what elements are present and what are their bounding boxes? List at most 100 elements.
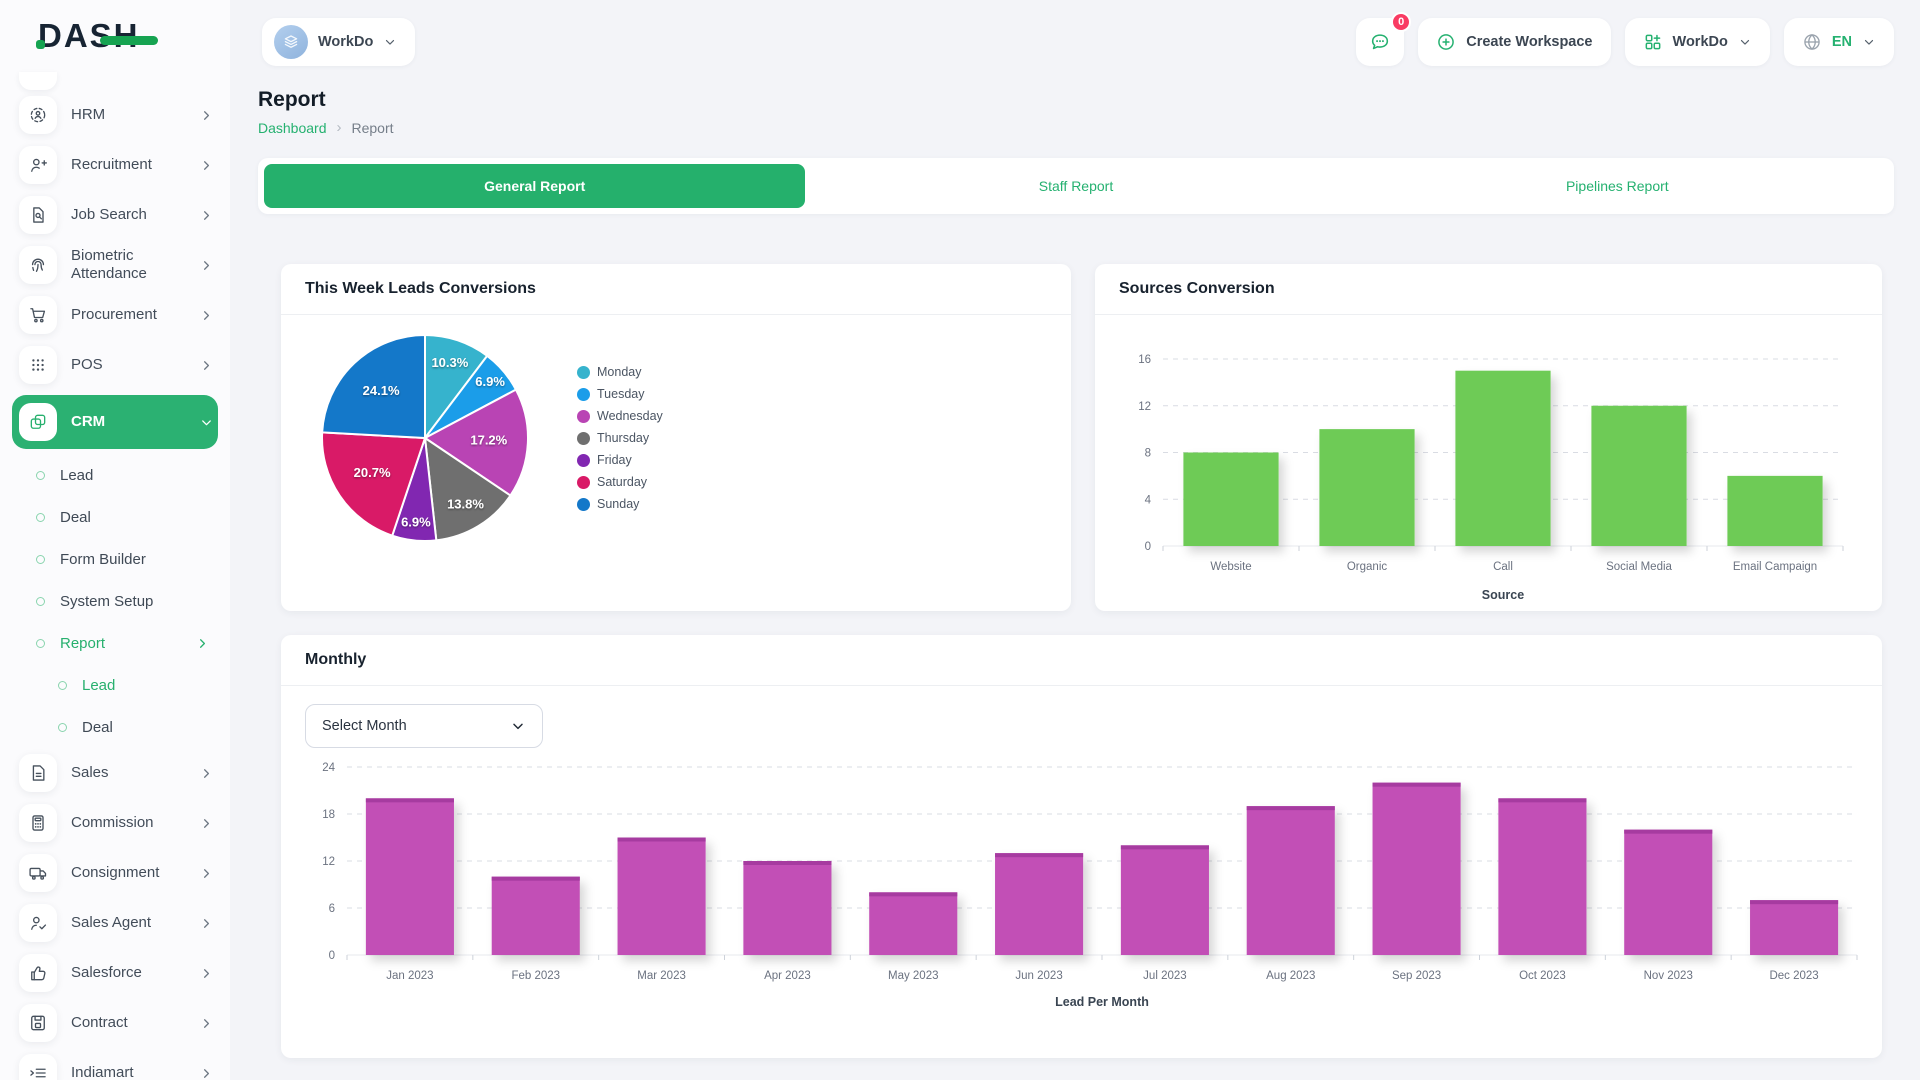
svg-text:10.3%: 10.3% (431, 355, 468, 370)
sidebar-item-consignment[interactable]: Consignment (12, 848, 218, 898)
sidebar-item-label: Contract (71, 1014, 185, 1032)
app-logo: DASH (12, 0, 218, 72)
sidebar-item-recruitment[interactable]: Recruitment (12, 140, 218, 190)
legend-item-tuesday[interactable]: Tuesday (577, 387, 663, 401)
chevron-right-icon (199, 966, 214, 981)
breadcrumb-current: Report (352, 120, 394, 136)
legend-item-friday[interactable]: Friday (577, 453, 663, 467)
sidebar-item-label: Consignment (71, 864, 185, 882)
sidebar-item-salesforce[interactable]: Salesforce (12, 948, 218, 998)
svg-text:24: 24 (322, 762, 335, 774)
sidebar-subitem-form-builder[interactable]: Form Builder (12, 538, 218, 580)
sidebar-item-procurement[interactable]: Procurement (12, 290, 218, 340)
topbar: WorkDo 0 Create Workspace WorkDo (230, 0, 1920, 72)
legend-item-monday[interactable]: Monday (577, 365, 663, 379)
messages-badge: 0 (1391, 12, 1411, 32)
svg-text:May 2023: May 2023 (888, 970, 939, 982)
legend-item-sunday[interactable]: Sunday (577, 497, 663, 511)
main-column: WorkDo 0 Create Workspace WorkDo (230, 0, 1920, 1080)
sidebar-subitem-deal[interactable]: Deal (12, 496, 218, 538)
sidebar-item-label: Job Search (71, 206, 185, 224)
sidebar-item-label: Salesforce (71, 964, 185, 982)
create-workspace-label: Create Workspace (1466, 34, 1592, 50)
sidebar-item-biometric-attendance[interactable]: Biometric Attendance (12, 240, 218, 290)
tab-pipelines-report[interactable]: Pipelines Report (1347, 164, 1888, 208)
breadcrumb-separator: › (337, 119, 342, 136)
pos-icon (19, 346, 57, 384)
sidebar-item-pos[interactable]: POS (12, 340, 218, 390)
chevron-right-icon (199, 816, 214, 831)
svg-text:6.9%: 6.9% (401, 514, 431, 529)
legend-item-thursday[interactable]: Thursday (577, 431, 663, 445)
svg-text:16: 16 (1138, 354, 1151, 366)
apps-grid-icon (1643, 32, 1663, 52)
sidebar-subitem-lead[interactable]: Lead (12, 664, 218, 706)
sidebar-subitem-report[interactable]: Report (12, 622, 218, 664)
monthly-card-header: Monthly (281, 635, 1882, 686)
legend-label: Saturday (597, 475, 647, 489)
legend-dot (577, 476, 590, 489)
sidebar-item-job-search[interactable]: Job Search (12, 190, 218, 240)
circle-icon (58, 723, 67, 732)
consignment-icon (19, 854, 57, 892)
svg-text:18: 18 (322, 809, 335, 821)
month-select[interactable]: Select Month (305, 704, 543, 748)
chevron-right-icon (199, 1066, 214, 1080)
account-selector[interactable]: WorkDo (1625, 18, 1770, 66)
legend-label: Thursday (597, 431, 649, 445)
sidebar-item-label: Sales (71, 764, 185, 782)
breadcrumb-dashboard-link[interactable]: Dashboard (258, 120, 327, 136)
chevron-right-icon (199, 108, 214, 123)
sidebar-subitem-system-setup[interactable]: System Setup (12, 580, 218, 622)
workspace-avatar (274, 25, 308, 59)
sidebar-item-label: Indiamart (71, 1064, 185, 1080)
legend-label: Friday (597, 453, 632, 467)
svg-text:4: 4 (1145, 494, 1152, 506)
tab-general-report[interactable]: General Report (264, 164, 805, 208)
sidebar-subitem-label: Report (60, 635, 105, 652)
chevron-right-icon (199, 308, 214, 323)
sidebar-item-commission[interactable]: Commission (12, 798, 218, 848)
weekly-leads-pie-chart: 10.3%6.9%17.2%13.8%6.9%20.7%24.1% (317, 330, 533, 546)
sidebar-item-indiamart[interactable]: Indiamart (12, 1048, 218, 1080)
language-selector[interactable]: EN (1784, 18, 1894, 66)
biometric-icon (19, 246, 57, 284)
svg-text:Dec 2023: Dec 2023 (1769, 970, 1818, 982)
logo-green-bar (100, 36, 158, 45)
sidebar-nav: HRMRecruitment Job Search Biometric Attend… (12, 72, 218, 1080)
svg-text:Website: Website (1210, 561, 1251, 573)
sources-card-body: 0481216WebsiteOrganicCallSocial MediaEma… (1095, 315, 1882, 607)
sidebar-item-sales[interactable]: Sales (12, 748, 218, 798)
svg-text:Jun 2023: Jun 2023 (1015, 970, 1062, 982)
job-search-icon (19, 196, 57, 234)
svg-text:Call: Call (1493, 561, 1513, 573)
circle-icon (36, 555, 45, 564)
tab-staff-report[interactable]: Staff Report (805, 164, 1346, 208)
create-workspace-button[interactable]: Create Workspace (1418, 18, 1610, 66)
sidebar-subitem-lead[interactable]: Lead (12, 454, 218, 496)
sidebar-item-contract[interactable]: Contract (12, 998, 218, 1048)
chat-icon (1369, 31, 1391, 53)
contract-icon (19, 1004, 57, 1042)
circle-icon (36, 639, 45, 648)
legend-item-wednesday[interactable]: Wednesday (577, 409, 663, 423)
workspace-selector[interactable]: WorkDo (262, 18, 415, 66)
sidebar-item-crm[interactable]: CRM (12, 395, 218, 449)
recruitment-icon (19, 146, 57, 184)
sidebar-subitem-label: Form Builder (60, 551, 146, 568)
svg-text:Feb 2023: Feb 2023 (511, 970, 560, 982)
svg-text:Jul 2023: Jul 2023 (1143, 970, 1186, 982)
svg-text:0: 0 (1145, 541, 1151, 553)
sidebar-item-hrm[interactable]: HRM (12, 90, 218, 140)
sidebar-subitem-deal[interactable]: Deal (12, 706, 218, 748)
chevron-down-icon (1738, 35, 1752, 49)
chevron-right-icon (199, 916, 214, 931)
procurement-icon (19, 296, 57, 334)
chevron-right-icon (199, 866, 214, 881)
messages-button[interactable]: 0 (1356, 18, 1404, 66)
legend-label: Tuesday (597, 387, 644, 401)
legend-item-saturday[interactable]: Saturday (577, 475, 663, 489)
chevron-right-icon (195, 636, 210, 651)
sidebar-item-sales-agent[interactable]: Sales Agent (12, 898, 218, 948)
weekly-leads-card-title: This Week Leads Conversions (305, 280, 1047, 298)
